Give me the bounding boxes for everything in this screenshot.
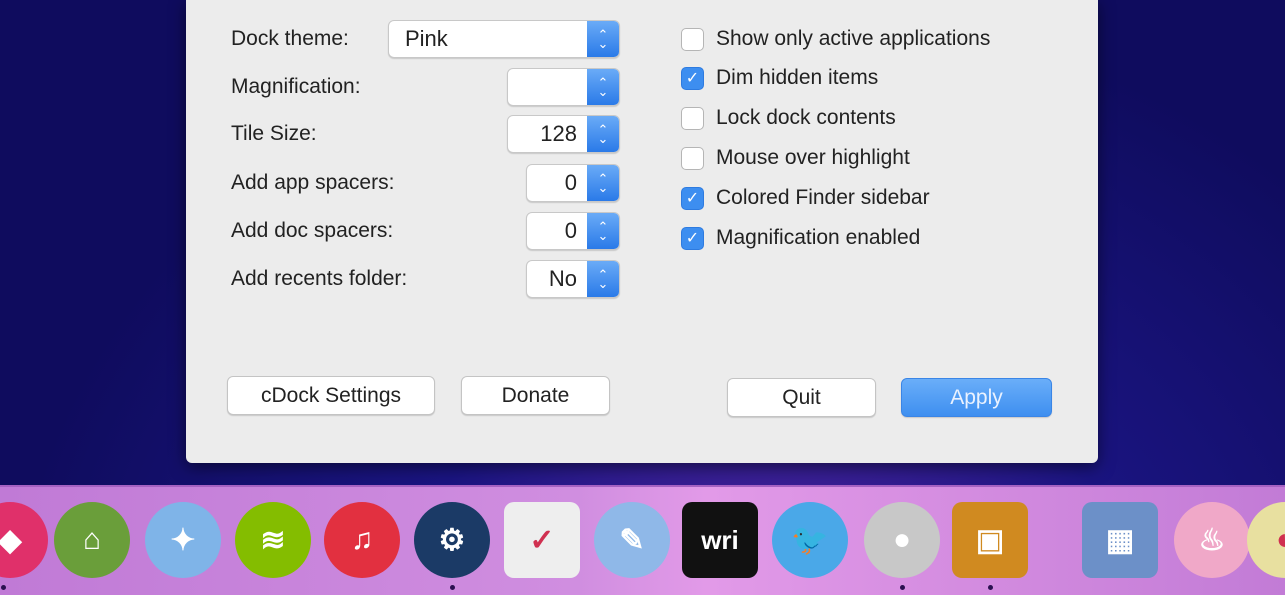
kiss-app-icon[interactable]: ◆ [0,502,48,578]
tile-size-value: 128 [540,121,577,146]
up-down-chevron-icon: ⌃ ⌄ [587,21,619,57]
writer-icon[interactable]: wri [682,502,758,578]
app-icon[interactable]: ◐ [1247,502,1285,578]
running-indicator-dot [900,585,905,590]
quit-button[interactable]: Quit [727,378,876,417]
tile-size-popup[interactable]: 128 ⌃ ⌄ [507,115,620,153]
up-down-chevron-icon: ⌃ ⌄ [587,213,619,249]
checkbox-label: Lock dock contents [716,106,896,129]
cdock-settings-button[interactable]: cDock Settings [227,376,435,415]
checkbox-item[interactable]: ✓ Magnification enabled [681,226,920,250]
checkbox-item[interactable]: ✓ Colored Finder sidebar [681,186,930,210]
photo-booth-icon[interactable]: ● [864,502,940,578]
fish-app-icon[interactable]: ✦ [145,502,221,578]
checkbox-label: Magnification enabled [716,226,921,249]
steam-icon[interactable]: ⚙ [414,502,490,578]
recents-folder-popup[interactable]: No ⌃ ⌄ [526,260,620,298]
checkmark-icon[interactable]: ✓ [681,186,704,210]
running-indicator-dot [1,585,6,590]
checkbox-item[interactable]: Mouse over highlight [681,146,910,170]
dock-theme-value: Pink [405,26,448,51]
app-spacers-label: Add app spacers: [231,171,395,194]
virtualbox-icon[interactable]: ▦ [1082,502,1158,578]
checkmark-icon[interactable]: ✓ [681,66,704,90]
up-down-chevron-icon: ⌃ ⌄ [587,116,619,152]
doc-spacers-popup[interactable]: 0 ⌃ ⌄ [526,212,620,250]
up-down-chevron-icon: ⌃ ⌄ [587,261,619,297]
checkbox[interactable] [681,146,704,170]
cdock-dialog: Dock theme: Pink ⌃ ⌄ Magnification: ⌃ ⌄ Tile… [186,0,1098,463]
magnification-popup[interactable]: ⌃ ⌄ [507,68,620,106]
iphoto-icon[interactable]: ▣ [952,502,1028,578]
picasa-icon[interactable]: ⌂ [54,502,130,578]
textedit-icon[interactable]: ✎ [594,502,670,578]
dock: ◆⌂✦≋♫⚙✓✎wri🐦●▣ ▦♨◐ [0,485,1285,595]
checkmark-icon[interactable]: ✓ [681,226,704,250]
doc-spacers-value: 0 [564,218,577,243]
running-indicator-dot [450,585,455,590]
up-down-chevron-icon: ⌃ ⌄ [587,165,619,201]
checkbox-label: Show only active applications [716,27,991,50]
up-down-chevron-icon: ⌃ ⌄ [587,69,619,105]
app-spacers-popup[interactable]: 0 ⌃ ⌄ [526,164,620,202]
running-indicator-dot [988,585,993,590]
twitter-icon[interactable]: 🐦 [772,502,848,578]
checkbox[interactable] [681,106,704,130]
app-spacers-value: 0 [564,170,577,195]
tile-size-label: Tile Size: [231,122,317,145]
dock-theme-popup[interactable]: Pink ⌃ ⌄ [388,20,620,58]
recents-folder-label: Add recents folder: [231,267,408,290]
checkbox-label: Mouse over highlight [716,146,910,169]
dock-theme-label: Dock theme: [231,27,349,50]
checkbox-item[interactable]: Lock dock contents [681,106,896,130]
magnification-label: Magnification: [231,75,361,98]
checkbox-label: Dim hidden items [716,66,879,89]
checkbox-item[interactable]: Show only active applications [681,27,990,51]
itunes-icon[interactable]: ♫ [324,502,400,578]
donate-button[interactable]: Donate [461,376,610,415]
apply-button[interactable]: Apply [901,378,1052,417]
checkbox-label: Colored Finder sidebar [716,186,930,209]
doc-spacers-label: Add doc spacers: [231,219,394,242]
cupcake-icon[interactable]: ♨ [1174,502,1250,578]
spotify-icon[interactable]: ≋ [235,502,311,578]
recents-folder-value: No [548,266,577,291]
pocket-icon[interactable]: ✓ [504,502,580,578]
checkbox[interactable] [681,27,704,51]
checkbox-item[interactable]: ✓ Dim hidden items [681,66,878,90]
